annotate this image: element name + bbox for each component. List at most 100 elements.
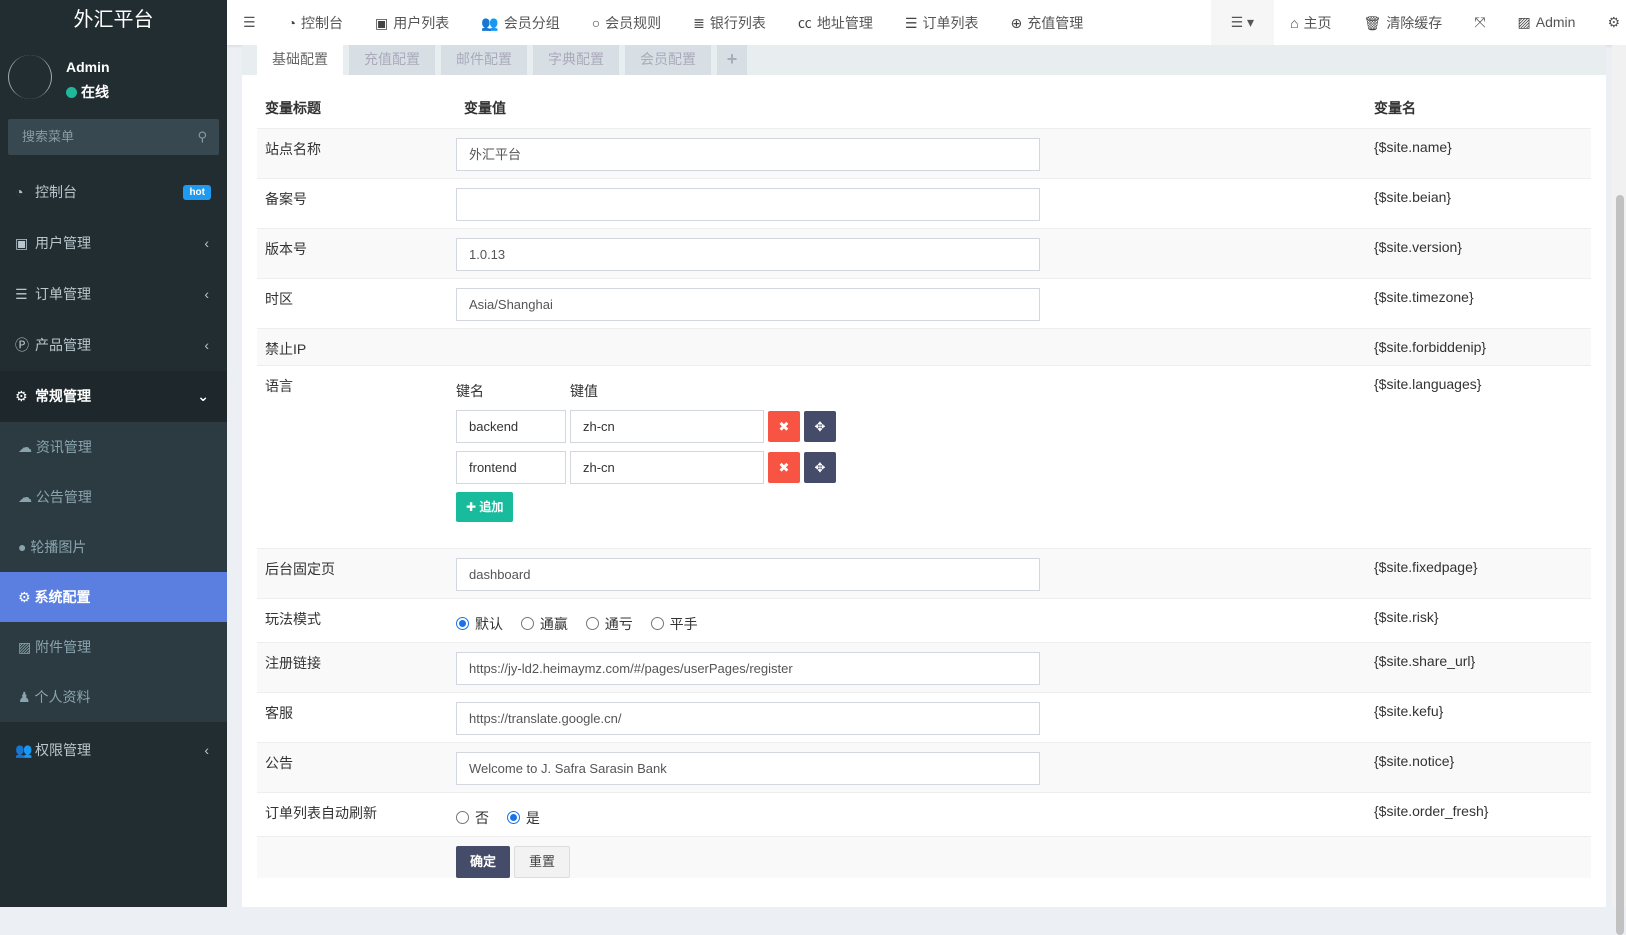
- tab-add[interactable]: +: [717, 45, 747, 75]
- label: Admin: [1535, 14, 1576, 30]
- label: 轮播图片: [30, 539, 87, 555]
- drag-handle[interactable]: ✥: [804, 451, 836, 483]
- drag-handle[interactable]: ✥: [804, 410, 836, 442]
- key-input[interactable]: backend: [456, 409, 566, 443]
- nav-home[interactable]: ⌂ 主页: [1274, 13, 1347, 33]
- cloud-icon: ☁: [18, 439, 36, 455]
- label: 通赢: [539, 615, 568, 632]
- sidebar-item-general[interactable]: ⚙ 常规管理 ⌄: [0, 371, 227, 422]
- plus-icon: ✚: [466, 499, 480, 514]
- scrollbar-thumb[interactable]: [1616, 195, 1624, 935]
- radio-all-lose[interactable]: 通亏: [585, 614, 633, 634]
- tab-recharge[interactable]: 充值配置: [349, 45, 435, 75]
- group-icon: 👥: [481, 14, 499, 31]
- menu-search-input[interactable]: 搜索菜单 ⚲: [8, 119, 219, 155]
- search-icon[interactable]: ⚲: [197, 119, 207, 155]
- radio-default[interactable]: 默认: [456, 614, 503, 634]
- nav-dropdown-button[interactable]: ☰ ▾: [1210, 0, 1275, 45]
- row-title: 语言: [257, 364, 456, 548]
- sidebar-item-attachments[interactable]: ▨ 附件管理: [0, 622, 227, 672]
- remove-button[interactable]: ✖: [768, 410, 800, 442]
- site-name-input[interactable]: 外汇平台: [456, 137, 1040, 171]
- table-row: 订单列表自动刷新 否 是 {$site.order_fresh}: [257, 791, 1591, 836]
- kefu-input[interactable]: https://translate.google.cn/: [456, 701, 1040, 735]
- nav-member-rule[interactable]: ○ 会员规则: [576, 13, 677, 33]
- value-label: 键值: [570, 382, 598, 399]
- radio-no[interactable]: 否: [456, 808, 489, 828]
- version-input[interactable]: 1.0.13: [456, 237, 1040, 271]
- label: 资讯管理: [35, 439, 92, 455]
- notice-input[interactable]: Welcome to J. Safra Sarasin Bank: [456, 751, 1040, 785]
- value-input[interactable]: zh-cn: [570, 450, 764, 484]
- nav-bank-list[interactable]: ≣ 银行列表: [677, 13, 782, 33]
- reset-button[interactable]: 重置: [514, 845, 571, 878]
- remove-button[interactable]: ✖: [768, 451, 800, 483]
- label: 订单管理: [35, 286, 91, 302]
- radio-all-win[interactable]: 通赢: [520, 614, 568, 634]
- key-input[interactable]: frontend: [456, 450, 566, 484]
- menu-toggle-icon[interactable]: ☰: [227, 14, 272, 31]
- online-status: 在线: [66, 82, 109, 102]
- timezone-input[interactable]: Asia/Shanghai: [456, 287, 1040, 321]
- nav-order-list[interactable]: ☰ 订单列表: [889, 13, 995, 33]
- row-var: {$site.name}: [1366, 127, 1591, 178]
- label: 银行列表: [709, 14, 766, 31]
- user-icon: ♟: [18, 689, 35, 705]
- tab-member[interactable]: 会员配置: [625, 45, 711, 75]
- sidebar-item-dashboard[interactable]: ◔ 控制台 hot: [0, 167, 227, 218]
- table-row: 玩法模式 默认 通赢 通亏 平手 {$site.risk}: [257, 597, 1591, 642]
- nav-member-group[interactable]: 👥 会员分组: [465, 13, 575, 33]
- row-var: {$site.kefu}: [1366, 691, 1591, 742]
- label: 否: [475, 809, 489, 826]
- radio-yes[interactable]: 是: [506, 808, 540, 828]
- nav-dashboard[interactable]: ◔ 控制台: [272, 13, 359, 33]
- nav-admin[interactable]: ▨ Admin: [1502, 14, 1592, 31]
- row-var: {$site.order_fresh}: [1366, 791, 1591, 836]
- sidebar-item-system-config[interactable]: ⚙ 系统配置: [0, 572, 227, 622]
- user-panel: Admin 在线: [0, 45, 227, 115]
- sidebar-item-products[interactable]: Ⓟ 产品管理 ‹: [0, 320, 227, 371]
- add-pair-button[interactable]: ✚ 追加: [456, 491, 514, 522]
- sidebar-item-orders[interactable]: ☰ 订单管理 ‹: [0, 269, 227, 320]
- beian-input[interactable]: [456, 187, 1040, 221]
- chevron-down-icon: ⌄: [197, 388, 209, 404]
- app-logo[interactable]: 外汇平台: [0, 0, 227, 45]
- sidebar-item-auth[interactable]: 👥 权限管理 ‹: [0, 722, 227, 778]
- tab-email[interactable]: 邮件配置: [441, 45, 527, 75]
- row-var: {$site.fixedpage}: [1366, 547, 1591, 598]
- row-title: 订单列表自动刷新: [257, 791, 456, 836]
- fixedpage-input[interactable]: dashboard: [456, 557, 1040, 591]
- tab-basic[interactable]: 基础配置: [257, 45, 343, 75]
- value-input[interactable]: zh-cn: [570, 409, 764, 443]
- label: 系统配置: [34, 589, 91, 605]
- circle-o-icon: ○: [591, 14, 601, 31]
- confirm-button[interactable]: 确定: [456, 845, 511, 878]
- sidebar-item-notice[interactable]: ☁ 公告管理: [0, 472, 227, 522]
- scrollbar[interactable]: [1612, 45, 1626, 935]
- list-icon: ☰: [15, 286, 28, 302]
- sidebar-item-news[interactable]: ☁ 资讯管理: [0, 422, 227, 472]
- nav-recharge[interactable]: ⊕ 充值管理: [994, 13, 1099, 33]
- row-title: 时区: [257, 277, 456, 328]
- table-row: 版本号 1.0.13 {$site.version}: [257, 227, 1591, 278]
- fullscreen-icon[interactable]: ⤧: [1458, 14, 1501, 31]
- header-var: 变量名: [1374, 100, 1416, 116]
- nav-address[interactable]: ㏄地址管理: [782, 13, 889, 33]
- radio-draw[interactable]: 平手: [650, 614, 698, 634]
- table-row: 后台固定页 dashboard {$site.fixedpage}: [257, 547, 1591, 598]
- sidebar-item-profile[interactable]: ♟ 个人资料: [0, 672, 227, 722]
- tab-dictionary[interactable]: 字典配置: [533, 45, 619, 75]
- register-link-input[interactable]: https://jy-ld2.heimaymz.com/#/pages/user…: [456, 651, 1040, 685]
- chevron-left-icon: ‹: [204, 235, 209, 251]
- settings-icon[interactable]: ⚙: [1591, 14, 1626, 31]
- label: 平手: [669, 615, 698, 632]
- sidebar-item-users[interactable]: ▣ 用户管理 ‹: [0, 218, 227, 269]
- sidebar-item-banner[interactable]: ● 轮播图片: [0, 522, 227, 572]
- database-icon: ≣: [693, 14, 705, 31]
- label: 个人资料: [34, 689, 91, 705]
- row-title: 禁止IP: [257, 327, 456, 365]
- table-row: 公告 Welcome to J. Safra Sarasin Bank {$site…: [257, 741, 1591, 792]
- nav-clear-cache[interactable]: 🗑 清除缓存: [1348, 13, 1459, 33]
- label: 控制台: [301, 14, 344, 31]
- nav-user-list[interactable]: ▣ 用户列表: [359, 13, 465, 33]
